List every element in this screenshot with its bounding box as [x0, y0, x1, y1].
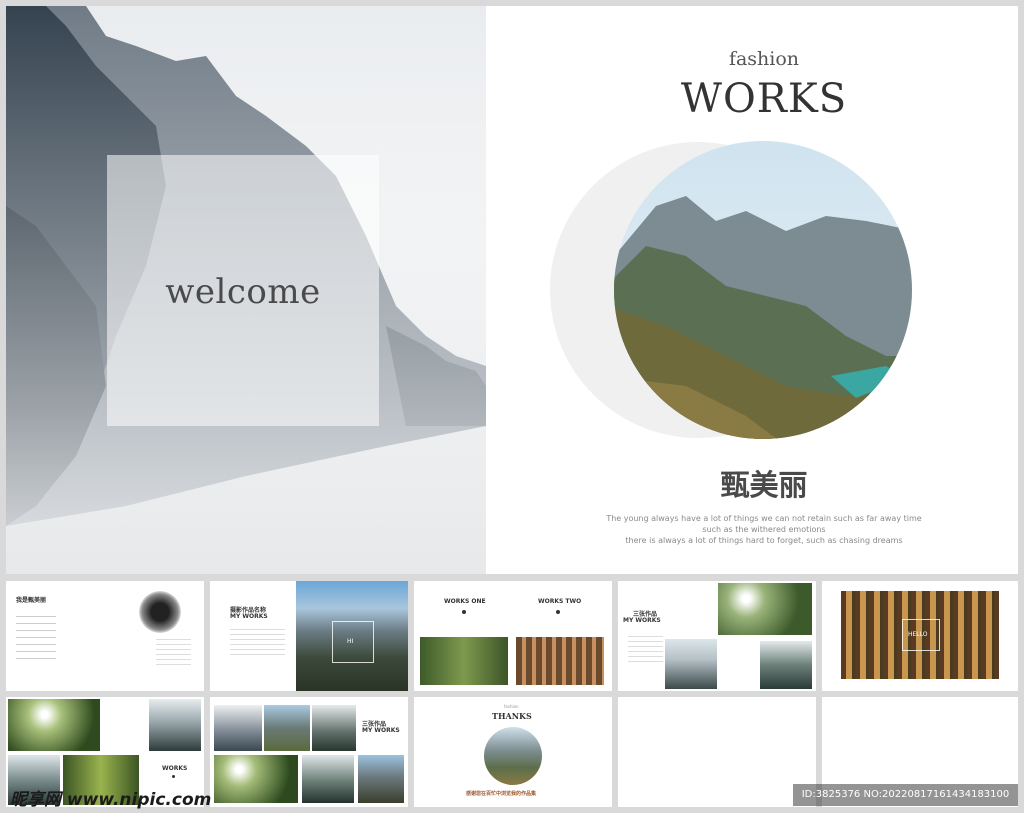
welcome-heading: welcome [165, 272, 321, 312]
forest-photo-two [516, 637, 604, 685]
fashion-label: fashion [728, 48, 800, 70]
forest-photo-one [420, 637, 508, 685]
sunlit-forest-photo [214, 755, 298, 803]
works-one-label: WORKS ONE [444, 598, 486, 605]
watermark-logo: 昵享网 www.nipic.com [10, 790, 212, 810]
dot-one [462, 610, 466, 614]
pine-photo [302, 755, 354, 803]
thumbnail-slide-4[interactable]: 三张作品 MY WORKS [618, 581, 816, 691]
thanks-footer: 感谢您在百忙中浏览我的作品集 [466, 791, 537, 797]
fashion-small: fashion [504, 704, 519, 709]
fog-photo [214, 705, 262, 751]
thanks-title: THANKS [492, 711, 532, 721]
dot-two [556, 610, 560, 614]
thumbnail-slide-2[interactable]: 摄影作品名称 MY WORKS HI [210, 581, 408, 691]
hi-label: HI [347, 638, 354, 645]
thumbnail-slide-3[interactable]: WORKS ONE WORKS TWO [414, 581, 612, 691]
paragraph-line-3: there is always a lot of things hard to … [625, 536, 903, 545]
mountain-photo [264, 705, 310, 751]
valley-photo [358, 755, 404, 803]
profile-text-lines [156, 639, 191, 669]
avatar [139, 591, 181, 633]
paragraph-line-2: such as the withered emotions [702, 525, 826, 534]
works-two-label: WORKS TWO [538, 598, 582, 605]
chinese-title: 甄美丽 [720, 468, 808, 502]
three-works-en: MY WORKS [623, 617, 661, 624]
thumbnail-slide-1[interactable]: 我是甄美丽 [6, 581, 204, 691]
thumbnail-slide-7[interactable]: 三张作品 MY WORKS [210, 697, 408, 807]
description-lines [628, 636, 663, 666]
dot [172, 775, 175, 778]
works-label: WORKS [162, 765, 188, 772]
thumbnail-slide-5[interactable]: HELLO [822, 581, 1018, 691]
thumbnail-slide-9-blank[interactable] [618, 697, 816, 807]
profile-title: 我是甄美丽 [16, 597, 47, 604]
thumbnail-slide-8[interactable]: fashion THANKS 感谢您在百忙中浏览我的作品集 [414, 697, 612, 807]
works-name-en: MY WORKS [230, 613, 268, 620]
watermark-id: ID:3825376 NO:20220817161434183100 [793, 784, 1018, 806]
profile-info-lines [16, 616, 56, 661]
misty-mountain-photo [149, 699, 201, 751]
three-works-en: MY WORKS [362, 727, 400, 734]
sunlit-trees-photo [8, 699, 100, 751]
description-lines [230, 629, 285, 659]
sunlit-forest-photo [718, 583, 812, 635]
mountain-circle-photo [484, 727, 542, 785]
paragraph-line-1: The young always have a lot of things we… [606, 514, 922, 523]
works-title: WORKS [680, 76, 848, 122]
pine-forest-photo [760, 641, 812, 689]
forest-photo [312, 705, 356, 751]
hello-label: HELLO [908, 631, 928, 638]
misty-mountain-photo [665, 639, 717, 689]
